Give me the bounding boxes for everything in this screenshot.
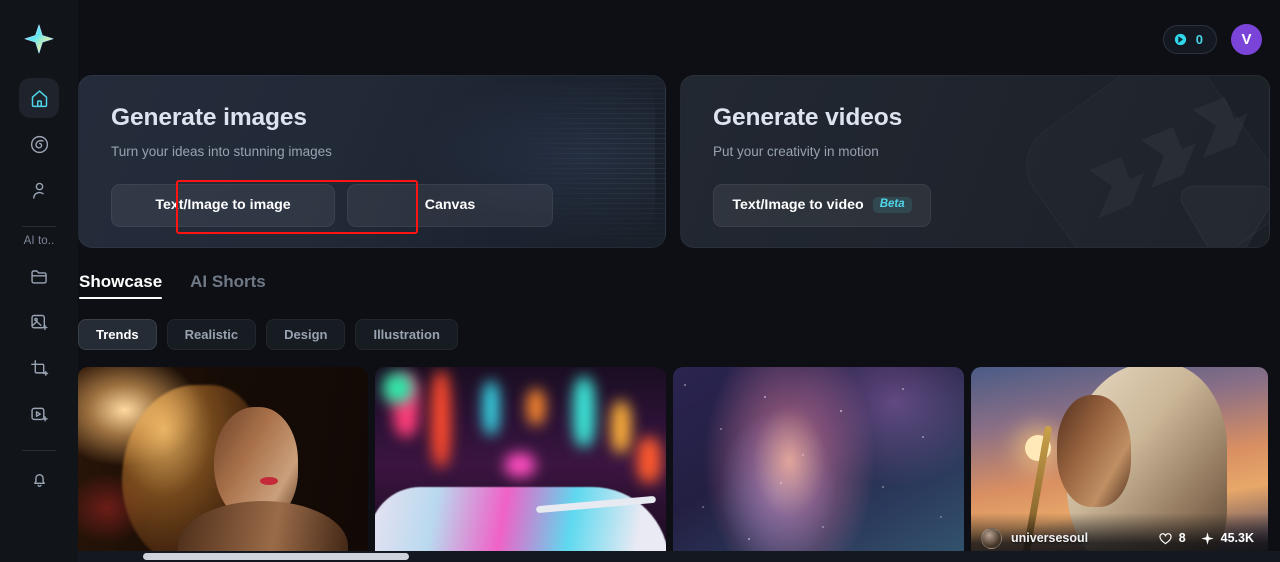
tab-ai-shorts-label: AI Shorts	[190, 272, 266, 291]
gallery-item-stats: 8 45.3K	[1158, 531, 1254, 546]
text-image-to-image-button[interactable]: Text/Image to image	[111, 183, 335, 227]
sidebar-item-profile[interactable]	[19, 170, 59, 210]
generate-images-subtitle: Turn your ideas into stunning images	[111, 143, 332, 159]
text-image-to-video-label: Text/Image to video	[732, 197, 864, 213]
art-layer	[483, 381, 499, 435]
generate-images-title: Generate images	[111, 104, 307, 131]
horizontal-scrollbar[interactable]	[78, 551, 1280, 562]
art-layer	[1057, 395, 1131, 507]
bell-icon	[33, 473, 45, 487]
chip-design[interactable]: Design	[266, 319, 346, 350]
art-layer	[505, 453, 535, 477]
user-avatar-initial: V	[1241, 30, 1252, 48]
art-layer	[260, 477, 278, 485]
sidebar-divider-bottom	[22, 450, 56, 451]
sidebar-item-notifications[interactable]	[19, 459, 59, 499]
generate-images-actions: Text/Image to image Canvas	[111, 183, 665, 227]
views-count: 45.3K	[1220, 531, 1254, 545]
video-plus-icon	[30, 407, 48, 421]
views-stat: 45.3K	[1200, 531, 1254, 546]
art-layer	[573, 377, 595, 447]
canvas-label: Canvas	[424, 197, 476, 213]
showcase-gallery: universesoul 8 45.3K	[78, 367, 1268, 562]
likes-stat: 8	[1158, 531, 1186, 546]
hero-cards-row: Generate images Turn your ideas into stu…	[78, 75, 1270, 248]
sidebar-divider-top	[22, 226, 56, 227]
generate-videos-subtitle: Put your creativity in motion	[713, 143, 879, 159]
gallery-image-thumbnail	[375, 367, 666, 562]
gallery-item[interactable]	[375, 367, 666, 562]
art-layer	[637, 437, 661, 483]
chip-realistic[interactable]: Realistic	[166, 319, 257, 350]
sidebar-item-video-tool[interactable]	[19, 394, 59, 434]
canvas-button[interactable]: Canvas	[347, 183, 553, 227]
sidebar-item-explore[interactable]	[19, 124, 59, 164]
category-filter-chips: Trends Realistic Design Illustration	[78, 319, 1266, 350]
gallery-item-username: universesoul	[1011, 531, 1089, 545]
art-layer	[527, 389, 545, 425]
gallery-item[interactable]: universesoul 8 45.3K	[971, 367, 1268, 562]
user-icon	[32, 182, 44, 199]
avatar	[981, 527, 1002, 549]
sidebar-item-assets[interactable]	[19, 256, 59, 296]
generate-videos-card: Generate videos Put your creativity in m…	[680, 75, 1270, 248]
folder-icon	[30, 269, 47, 284]
gallery-item[interactable]	[673, 367, 964, 562]
gallery-image-thumbnail	[673, 367, 964, 562]
sidebar-item-image-tool[interactable]	[19, 302, 59, 342]
chip-trends[interactable]: Trends	[78, 319, 157, 350]
chip-illustration[interactable]: Illustration	[355, 319, 458, 350]
art-layer	[383, 373, 413, 403]
art-layer	[611, 401, 631, 453]
credits-value: 0	[1195, 31, 1203, 47]
text-image-to-image-label: Text/Image to image	[155, 197, 291, 213]
tab-showcase[interactable]: Showcase	[79, 272, 163, 299]
credits-badge[interactable]: 0	[1162, 24, 1217, 54]
sidebar-item-home[interactable]	[19, 78, 59, 118]
user-avatar[interactable]: V	[1231, 23, 1262, 55]
sparkle-icon	[1200, 531, 1214, 545]
showcase-tabs: Showcase AI Shorts	[78, 272, 1266, 299]
main-content: Generate images Turn your ideas into stu…	[78, 0, 1280, 562]
art-layer	[673, 367, 964, 562]
app-root: AI to.. Generate images Turn your ideas …	[0, 0, 1280, 562]
sidebar-primary-nav: AI to..	[0, 78, 78, 505]
generate-videos-title: Generate videos	[713, 104, 903, 131]
spiral-explore-icon	[30, 135, 48, 153]
sidebar-item-expand-tool[interactable]	[19, 348, 59, 388]
beta-badge: Beta	[872, 196, 912, 214]
gallery-item[interactable]	[78, 367, 368, 562]
generate-images-card: Generate images Turn your ideas into stu…	[78, 75, 666, 248]
likes-count: 8	[1178, 531, 1186, 545]
sidebar: AI to..	[0, 0, 78, 562]
main-inner: Generate images Turn your ideas into stu…	[78, 75, 1280, 562]
image-plus-icon	[30, 314, 48, 330]
credit-coin-icon	[1174, 33, 1186, 45]
tab-ai-shorts[interactable]: AI Shorts	[190, 272, 266, 299]
heart-icon	[1159, 532, 1172, 544]
crop-expand-icon	[30, 359, 48, 376]
text-image-to-video-button[interactable]: Text/Image to video Beta	[713, 183, 931, 227]
home-icon	[31, 89, 47, 107]
art-layer	[431, 371, 451, 467]
app-logo[interactable]	[0, 0, 78, 78]
sparkle-star-logo-icon	[24, 24, 54, 54]
sidebar-group-label: AI to..	[23, 235, 55, 247]
horizontal-scrollbar-thumb[interactable]	[143, 553, 409, 560]
gallery-image-thumbnail	[78, 367, 368, 562]
tab-showcase-label: Showcase	[79, 272, 163, 291]
generate-videos-actions: Text/Image to video Beta	[713, 183, 1269, 227]
